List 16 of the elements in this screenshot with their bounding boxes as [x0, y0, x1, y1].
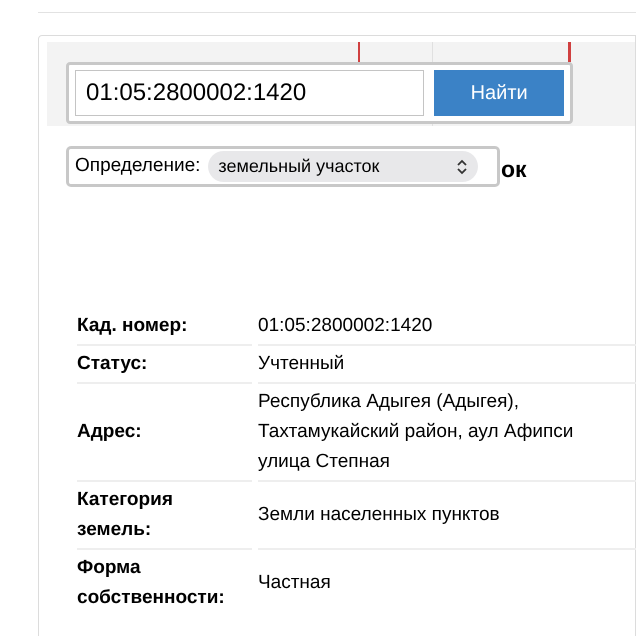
field-label: Статус:: [77, 346, 252, 384]
field-label: Форма собственности:: [77, 556, 226, 610]
field-label: Кад. номер:: [77, 308, 252, 346]
field-value: 01:05:2800002:1420: [258, 308, 636, 346]
cadastral-number-field[interactable]: 01:05:2800002:1420: [75, 70, 424, 116]
definition-select[interactable]: земельный участок: [208, 151, 478, 182]
field-value: Частная: [258, 571, 332, 595]
field-label: Адрес:: [77, 384, 252, 482]
definition-label: Определение:: [75, 154, 200, 178]
field-value: Земли населенных пунктов: [258, 482, 636, 550]
chevron-updown-icon: [456, 158, 468, 176]
heading-fragment: ок: [501, 155, 527, 184]
find-button[interactable]: Найти: [434, 70, 564, 116]
field-label: Категория земель:: [77, 482, 252, 550]
field-value: Учтенный: [258, 346, 636, 384]
field-value: Республика Адыгея (Адыгея), Тахтамукайский район, аул Афипси улица Степная: [258, 384, 636, 482]
